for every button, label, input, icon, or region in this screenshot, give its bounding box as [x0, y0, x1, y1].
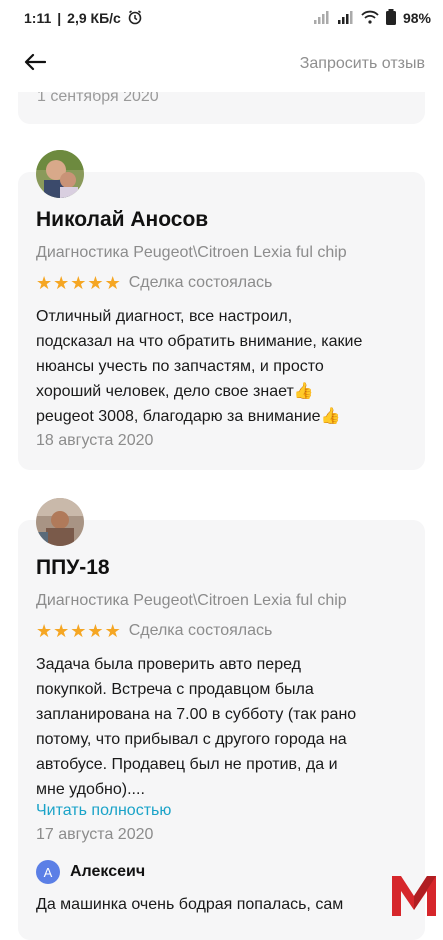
app-bar: Запросить отзыв [0, 36, 443, 92]
review-text-line: потому, что прибывал с другого города на [36, 731, 347, 748]
watermark-logo [389, 872, 439, 918]
status-right: 98% [313, 8, 431, 28]
avatar[interactable] [36, 498, 84, 546]
signal-icon-2 [337, 10, 355, 27]
star-icon: ★ [87, 273, 104, 293]
review-text-line: автобусе. Продавец был не против, да и [36, 756, 338, 773]
review-text-line: Задача была проверить авто перед [36, 656, 301, 673]
star-rating: ★ ★ ★ ★ ★ [36, 274, 121, 292]
review-date: 18 августа 2020 [36, 432, 154, 449]
signal-icon [313, 10, 331, 27]
star-icon: ★ [104, 621, 121, 641]
star-icon: ★ [104, 273, 121, 293]
star-icon: ★ [87, 621, 104, 641]
service-name: Диагностика Peugeot\Citroen Lexia ful ch… [36, 592, 347, 609]
review-card: ППУ-18 Диагностика Peugeot\Citroen Lexia… [18, 498, 425, 940]
deal-status: Сделка состоялась [128, 274, 273, 291]
deal-status: Сделка состоялась [128, 622, 273, 639]
battery-icon [385, 8, 397, 28]
review-date: 17 августа 2020 [36, 826, 154, 843]
review-card: Николай Аносов Диагностика Peugeot\Citro… [18, 150, 425, 470]
review-text-line: peugeot 3008, благодарю за внимание👍 [36, 408, 341, 425]
review-text-line: Отличный диагност, все настроил, [36, 308, 293, 325]
back-button[interactable] [20, 49, 50, 79]
reply-header: А Алексеич [36, 860, 411, 884]
reviewer-name: Николай Аносов [36, 208, 209, 231]
status-bar: 1:11 | 2,9 КБ/с 98% [0, 0, 443, 36]
review-text-line: нюансы учесть по запчастям, и просто [36, 358, 324, 375]
status-speed: 2,9 КБ/с [67, 10, 121, 26]
status-left: 1:11 | 2,9 КБ/с [24, 9, 143, 28]
review-text: Задача была проверить авто перед покупко… [36, 652, 411, 802]
avatar[interactable] [36, 150, 84, 198]
review-text: Отличный диагност, все настроил, подсказ… [36, 304, 411, 429]
review-text-line: запланирована на 7.00 в субботу (так ран… [36, 706, 357, 723]
reviewer-name: ППУ-18 [36, 556, 110, 579]
review-text-line: мне удобно).... [36, 781, 145, 798]
star-rating: ★ ★ ★ ★ ★ [36, 622, 121, 640]
star-icon: ★ [70, 621, 87, 641]
alarm-icon [127, 9, 143, 28]
review-text-line: подсказал на что обратить внимание, каки… [36, 333, 363, 350]
review-text-line: покупкой. Встреча с продавцом была [36, 681, 314, 698]
request-review-link[interactable]: Запросить отзыв [300, 55, 425, 73]
star-icon: ★ [70, 273, 87, 293]
battery-level: 98% [402, 10, 431, 26]
reply-avatar: А [36, 860, 60, 884]
star-icon: ★ [36, 273, 53, 293]
reply-author-name: Алексеич [70, 863, 146, 880]
seller-reply: А Алексеич Да машинка очень бодрая попал… [36, 860, 411, 917]
rating-row: ★ ★ ★ ★ ★ Сделка состоялась [36, 274, 272, 292]
rating-row: ★ ★ ★ ★ ★ Сделка состоялась [36, 622, 272, 640]
review-text-line: хороший человек, дело свое знает👍 [36, 383, 314, 400]
status-separator: | [57, 10, 62, 26]
star-icon: ★ [36, 621, 53, 641]
reply-text: Да машинка очень бодрая попалась, сам [36, 896, 344, 913]
star-icon: ★ [53, 621, 70, 641]
arrow-left-icon [24, 53, 47, 76]
star-icon: ★ [53, 273, 70, 293]
status-time: 1:11 [24, 10, 52, 26]
wifi-icon [361, 10, 379, 27]
service-name: Диагностика Peugeot\Citroen Lexia ful ch… [36, 244, 347, 261]
read-more-link[interactable]: Читать полностью [36, 802, 171, 820]
